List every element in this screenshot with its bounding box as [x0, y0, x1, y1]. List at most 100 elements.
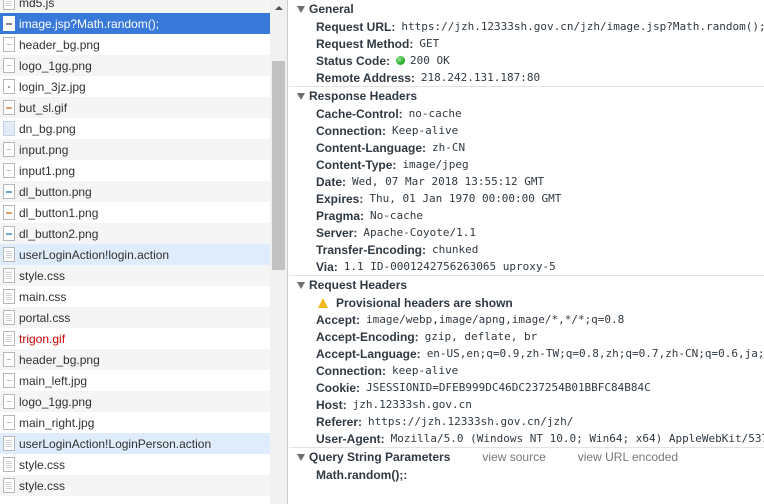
expand-triangle-icon: [297, 281, 305, 289]
header-value: 200 OK: [410, 54, 450, 67]
request-list-item[interactable]: main.css: [0, 286, 270, 307]
header-row: Status Code: 200 OK: [289, 52, 764, 69]
request-list-item[interactable]: dl_button1.png: [0, 202, 270, 223]
request-name: header_bg.png: [19, 352, 100, 367]
request-name: input1.png: [19, 163, 76, 178]
request-list-item[interactable]: login_3jz.jpg: [0, 76, 270, 97]
header-row: Expires: Thu, 01 Jan 1970 00:00:00 GMT: [289, 190, 764, 207]
image-file-icon: [3, 205, 15, 220]
request-name: trigon.gif: [19, 331, 66, 346]
request-name: userLoginAction!LoginPerson.action: [19, 436, 212, 451]
request-name: main_right.jpg: [19, 415, 95, 430]
query-string-section: Query String Parameters view source view…: [289, 447, 764, 483]
request-list-item[interactable]: dl_button.png: [0, 181, 270, 202]
document-file-icon: [3, 478, 15, 493]
header-row: Referer: https://jzh.12333sh.gov.cn/jzh/: [289, 413, 764, 430]
header-value: Apache-Coyote/1.1: [363, 226, 476, 239]
header-row: Accept-Language: en-US,en;q=0.9,zh-TW;q=0…: [289, 345, 764, 362]
header-row: Connection: keep-alive: [289, 362, 764, 379]
request-list-item[interactable]: style.css: [0, 265, 270, 286]
request-list-item[interactable]: input1.png: [0, 160, 270, 181]
response-headers-section: Response Headers Cache-Control: no-cache C…: [289, 86, 764, 275]
request-list-item[interactable]: trigon.gif: [0, 328, 270, 349]
request-list-item[interactable]: logo_1gg.png: [0, 391, 270, 412]
header-name: Connection:: [316, 363, 386, 378]
header-row: Date: Wed, 07 Mar 2018 13:55:12 GMT: [289, 173, 764, 190]
header-name: Expires:: [316, 191, 364, 206]
request-list-item[interactable]: header_bg.png: [0, 34, 270, 55]
header-row: Pragma: No-cache: [289, 207, 764, 224]
request-name: logo_1gg.png: [19, 394, 92, 409]
header-row: Math.random();:: [289, 466, 764, 483]
header-name: Date:: [316, 174, 347, 189]
request-headers-section: Request Headers Provisional headers are …: [289, 275, 764, 447]
expand-triangle-icon: [297, 5, 305, 13]
header-name: User-Agent:: [316, 431, 385, 446]
header-name: Via:: [316, 259, 338, 274]
header-value: chunked: [432, 243, 479, 256]
document-file-icon: [3, 0, 15, 10]
header-row: Transfer-Encoding: chunked: [289, 241, 764, 258]
header-value: image/webp,image/apng,image/*,*/*;q=0.8: [366, 313, 625, 326]
request-headers-title: Request Headers: [309, 278, 408, 292]
header-row: Accept: image/webp,image/apng,image/*,*/*…: [289, 311, 764, 328]
warning-icon: [318, 297, 328, 308]
view-url-encoded-link[interactable]: view URL encoded: [578, 450, 678, 464]
request-name: image.jsp?Math.random();: [19, 16, 160, 31]
view-source-link[interactable]: view source: [482, 450, 545, 464]
request-list-item[interactable]: main_left.jpg: [0, 370, 270, 391]
request-list-item[interactable]: input.png: [0, 139, 270, 160]
document-file-icon: [3, 289, 15, 304]
request-list-item[interactable]: logo_1gg.png: [0, 55, 270, 76]
image-file-icon: [3, 226, 15, 241]
warning-text: Provisional headers are shown: [336, 295, 513, 310]
status-ok-icon: [396, 56, 406, 65]
request-list-item[interactable]: main_right.jpg: [0, 412, 270, 433]
image-file-icon: [3, 100, 15, 115]
request-list-item[interactable]: but_sl.gif: [0, 97, 270, 118]
header-name: Remote Address:: [316, 70, 415, 85]
request-list-item[interactable]: image.jsp?Math.random();: [0, 13, 270, 34]
query-string-section-header[interactable]: Query String Parameters view source view…: [289, 448, 764, 466]
request-list-scrollbar[interactable]: [270, 0, 287, 504]
request-list-item[interactable]: portal.css: [0, 307, 270, 328]
header-value: https://jzh.12333sh.gov.cn/jzh/: [368, 415, 574, 428]
request-name: style.css: [19, 457, 66, 472]
image-file-icon: [3, 163, 15, 178]
request-list-item[interactable]: style.css: [0, 475, 270, 496]
request-headers-section-header[interactable]: Request Headers: [289, 276, 764, 294]
image-file-icon: [3, 37, 15, 52]
image-file-icon: [3, 352, 15, 367]
request-list-item[interactable]: dn_bg.png: [0, 118, 270, 139]
header-value: gzip, deflate, br: [424, 330, 538, 343]
header-row: User-Agent: Mozilla/5.0 (Windows NT 10.0;…: [289, 430, 764, 447]
header-row: Connection: Keep-alive: [289, 122, 764, 139]
scroll-up-arrow-icon[interactable]: [270, 0, 287, 16]
request-name: logo_1gg.png: [19, 58, 92, 73]
request-list-item[interactable]: style.css: [0, 454, 270, 475]
request-list-item[interactable]: dl_button2.png: [0, 223, 270, 244]
request-name: dl_button1.png: [19, 205, 99, 220]
header-value: en-US,en;q=0.9,zh-TW;q=0.8,zh;q=0.7,zh-C…: [426, 347, 764, 360]
header-row: Content-Type: image/jpeg: [289, 156, 764, 173]
request-name: header_bg.png: [19, 37, 100, 52]
header-value: keep-alive: [392, 364, 459, 377]
provisional-headers-warning: Provisional headers are shown: [289, 294, 764, 311]
header-name: Accept-Language:: [316, 346, 421, 361]
request-name: main.css: [19, 289, 67, 304]
header-row: Accept-Encoding: gzip, deflate, br: [289, 328, 764, 345]
header-row: Request URL: https://jzh.12333sh.gov.cn/j…: [289, 18, 764, 35]
header-value: jzh.12333sh.gov.cn: [352, 398, 472, 411]
expand-triangle-icon: [297, 453, 305, 461]
header-value: GET: [419, 37, 440, 50]
request-name: style.css: [19, 268, 66, 283]
scrollbar-thumb[interactable]: [272, 61, 285, 270]
request-list: md5.js image.jsp?Math.random(); header_bg.…: [0, 0, 270, 496]
response-headers-section-header[interactable]: Response Headers: [289, 87, 764, 105]
general-section-header[interactable]: General: [289, 0, 764, 18]
request-list-item[interactable]: md5.js: [0, 0, 270, 13]
request-list-item[interactable]: header_bg.png: [0, 349, 270, 370]
request-list-item[interactable]: userLoginAction!login.action: [0, 244, 270, 265]
document-file-icon: [3, 457, 15, 472]
request-list-item[interactable]: userLoginAction!LoginPerson.action: [0, 433, 270, 454]
